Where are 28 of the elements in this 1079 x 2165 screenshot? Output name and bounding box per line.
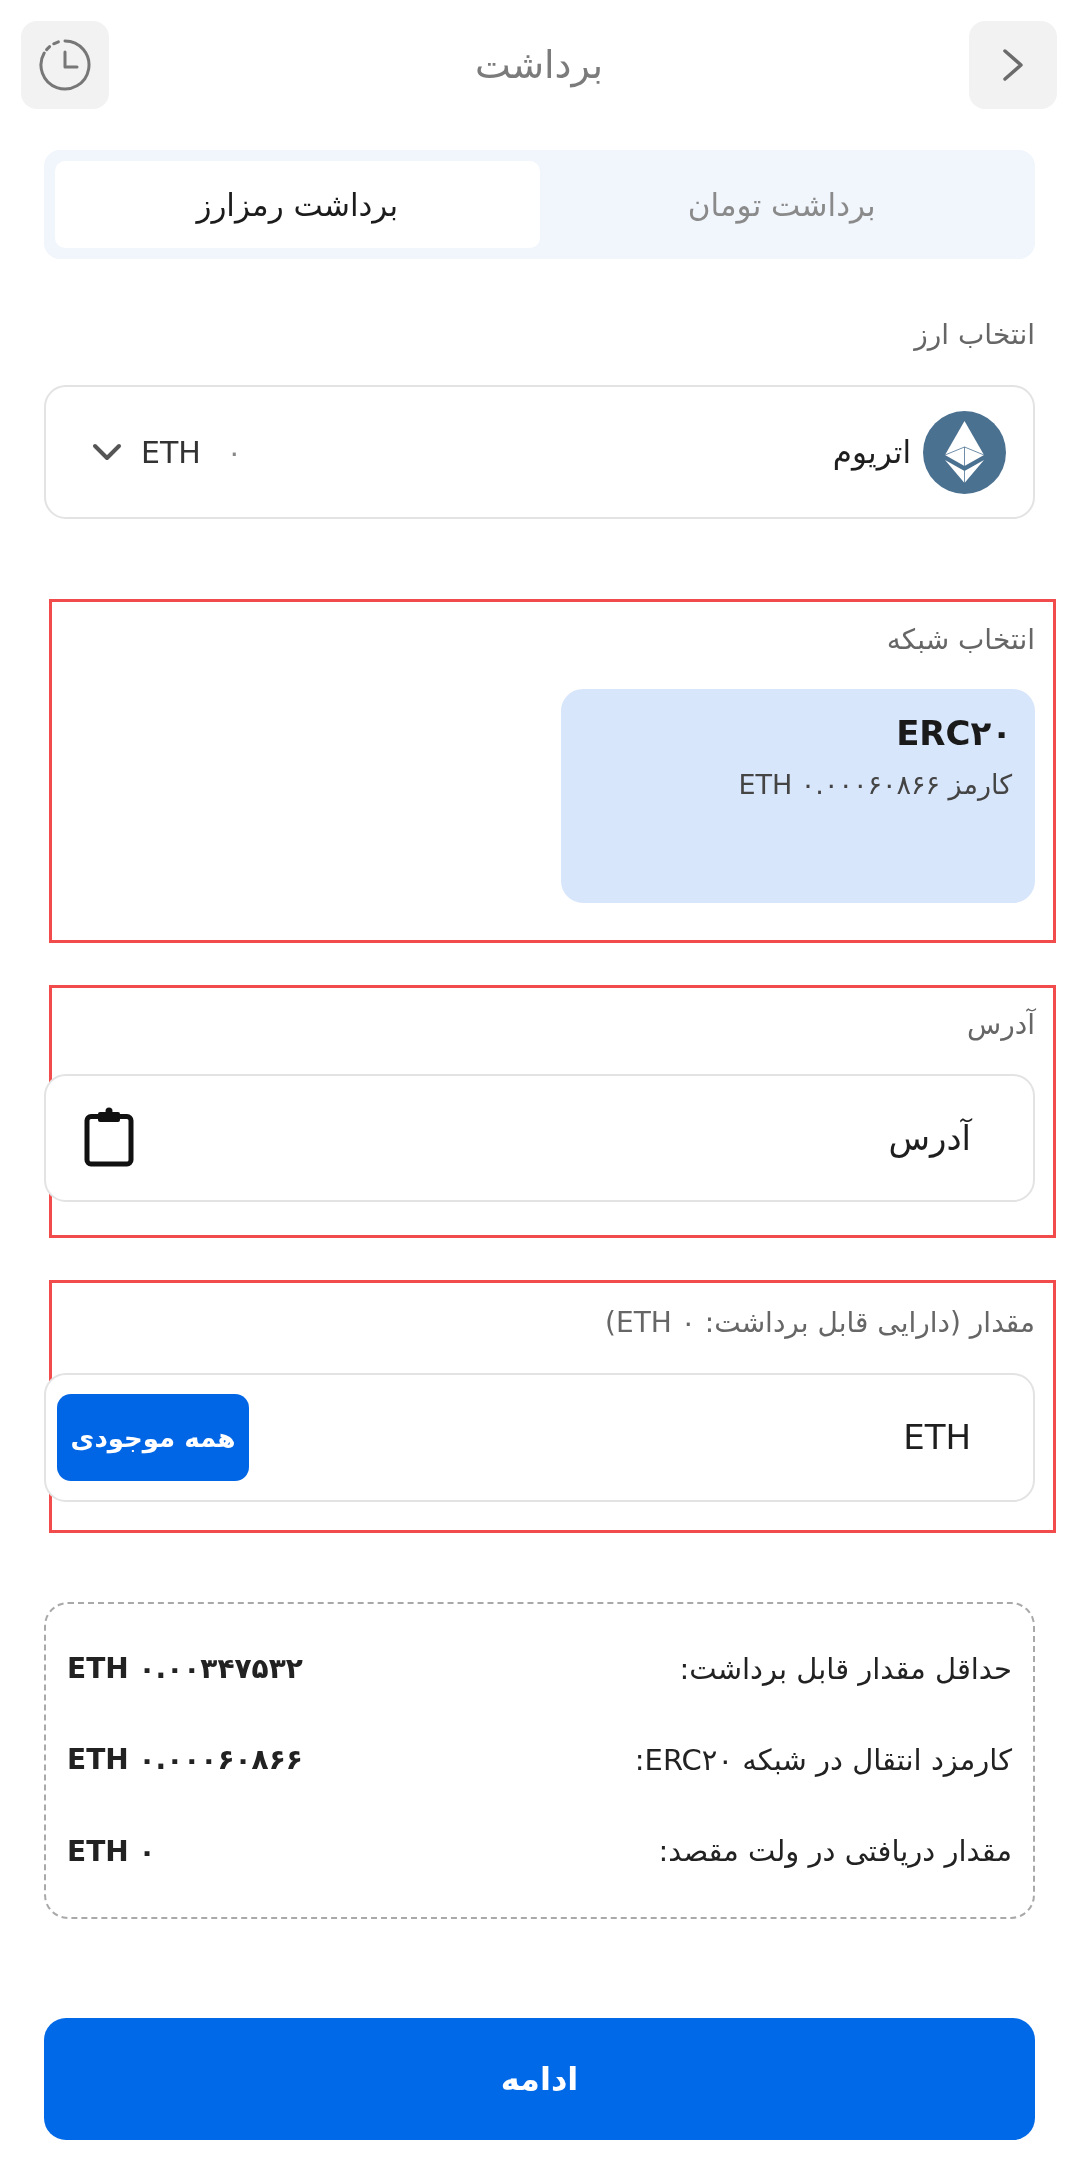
summary-label: حداقل مقدار قابل برداشت: bbox=[679, 1651, 1012, 1686]
chevron-down-icon bbox=[91, 442, 123, 462]
section-label: مقدار (دارایی قابل برداشت: ۰ ETH) bbox=[604, 1305, 1035, 1341]
chevron-icon bbox=[1001, 47, 1025, 83]
section-label: انتخاب شبکه bbox=[885, 622, 1035, 658]
section-label: آدرس bbox=[966, 1007, 1035, 1043]
continue-button[interactable]: ادامه bbox=[44, 2018, 1035, 2140]
summary-value: ETH ۰ bbox=[67, 1834, 156, 1868]
summary-value: ETH ۰.۰۰۰۶۰۸۶۶ bbox=[67, 1743, 303, 1777]
network-name: ERC۲۰ bbox=[895, 712, 1012, 755]
history-button[interactable] bbox=[21, 21, 109, 109]
address-field[interactable]: آدرس bbox=[44, 1074, 1035, 1202]
balance-text: ۰ bbox=[226, 435, 242, 469]
all-balance-button[interactable]: همه موجودی bbox=[57, 1394, 249, 1481]
currency-name: اتریوم bbox=[832, 434, 911, 470]
back-button[interactable] bbox=[969, 21, 1057, 109]
section-label: انتخاب ارز bbox=[912, 317, 1035, 353]
clipboard-icon[interactable] bbox=[84, 1107, 134, 1167]
network-option[interactable]: ERC۲۰ کارمز ۰.۰۰۰۶۰۸۶۶ ETH bbox=[561, 689, 1035, 903]
network-fee: کارمز ۰.۰۰۰۶۰۸۶۶ ETH bbox=[737, 768, 1012, 803]
coin-icon bbox=[923, 410, 1006, 494]
summary-label: کارمزد انتقال در شبکه ERC۲۰: bbox=[634, 1743, 1012, 1777]
summary-label: مقدار دریافتی در ولت مقصد: bbox=[658, 1834, 1012, 1869]
page-title: برداشت bbox=[474, 42, 604, 90]
clock-icon bbox=[38, 38, 92, 92]
tab[interactable]: برداشت رمزارز bbox=[55, 161, 540, 248]
summary-value: ETH ۰.۰۰۳۴۷۵۳۲ bbox=[67, 1652, 303, 1686]
currency-symbol: ETH bbox=[141, 434, 201, 470]
